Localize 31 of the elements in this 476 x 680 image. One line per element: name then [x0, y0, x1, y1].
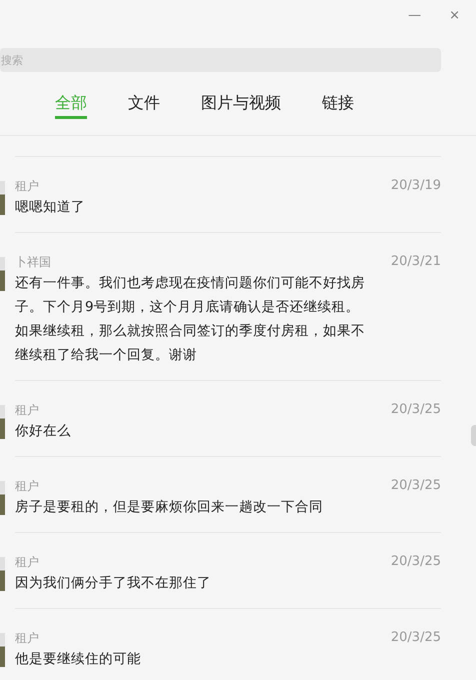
close-button[interactable]: × [445, 4, 464, 28]
avatar-placeholder [0, 181, 5, 215]
minimize-button[interactable]: — [404, 4, 426, 28]
sender-name: 租户 [15, 178, 39, 195]
message-text: 嗯嗯知道了 [15, 198, 86, 217]
tab[interactable]: 链接 [322, 88, 354, 119]
avatar-placeholder [0, 557, 5, 591]
message-text: 你好在么 [15, 422, 72, 441]
sender-name: 租户 [15, 554, 39, 571]
tab[interactable]: 图片与视频 [201, 88, 281, 119]
message-date: 20/3/21 [390, 253, 441, 271]
sender-name: 租户 [15, 402, 39, 419]
avatar-placeholder [0, 481, 5, 515]
avatar-placeholder [0, 257, 5, 291]
message-date: 20/3/25 [390, 401, 441, 419]
message-date: 20/3/25 [390, 629, 441, 647]
message-text: 房子是要租的，但是要麻烦你回来一趟改一下合同 [15, 498, 324, 517]
message-text: 因为我们俩分手了我不在那住了 [15, 574, 212, 593]
avatar-placeholder [0, 633, 5, 667]
scrollbar-thumb[interactable] [471, 425, 476, 446]
sender-name: 租户 [15, 630, 39, 647]
sender-name: 租户 [15, 478, 39, 495]
message-date: 20/3/19 [390, 177, 441, 195]
avatar-placeholder [0, 405, 5, 439]
message-text: 他是要继续住的可能 [15, 650, 142, 669]
message-date: 20/3/25 [390, 553, 441, 571]
message-date: 20/3/25 [390, 477, 441, 495]
search-field[interactable]: 搜索 [0, 48, 441, 72]
message-text: 还有一件事。我们也考虑现在疫情问题你们可能不好找房子。下个月9号到期，这个月月底请确认是否还继续租。如果继续租，那么就按照合同签订的季度付房租，如果不继续租了给我一个回复。谢谢 [15, 274, 366, 365]
sender-name: 卜祥国 [15, 254, 51, 271]
tab[interactable]: 文件 [128, 88, 160, 119]
